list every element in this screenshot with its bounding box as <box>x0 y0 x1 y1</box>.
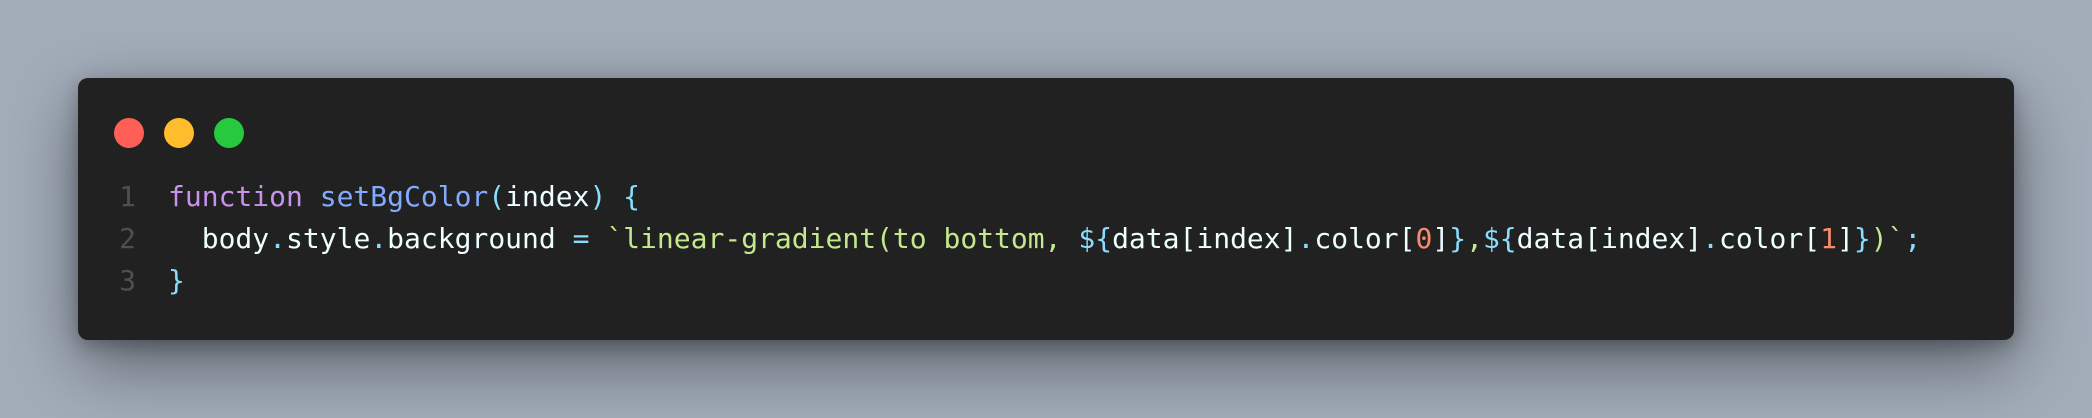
code-token: . <box>1297 222 1315 255</box>
code-token: , <box>1466 222 1483 255</box>
code-token: body <box>168 222 270 255</box>
code-token: ${ <box>1078 222 1113 255</box>
code-token: = <box>572 222 590 255</box>
code-token: ] <box>1432 222 1450 255</box>
code-token: color[ <box>1314 222 1416 255</box>
code-token: background <box>387 222 556 255</box>
code-token: index <box>505 180 590 213</box>
code-token: data[index] <box>1112 222 1298 255</box>
maximize-dot-icon[interactable] <box>214 118 244 148</box>
code-line-text: function setBgColor(index) { <box>168 176 640 218</box>
code-token: setBgColor <box>319 180 489 213</box>
code-token: `linear-gradient(to bottom, <box>606 222 1079 255</box>
code-line: 3} <box>78 260 1921 302</box>
code-line-text: body.style.background = `linear-gradient… <box>168 218 1922 260</box>
window-controls <box>114 118 244 148</box>
close-dot-icon[interactable] <box>114 118 144 148</box>
line-number: 2 <box>119 222 136 255</box>
line-number: 3 <box>119 264 136 297</box>
code-token: 1 <box>1820 222 1837 255</box>
code-token: . <box>1702 222 1719 255</box>
code-token: ( <box>488 180 506 213</box>
code-token: . <box>370 222 388 255</box>
code-line-text: } <box>168 260 185 302</box>
code-token: color[ <box>1718 222 1821 255</box>
code-line: 1 function setBgColor(index) { <box>78 176 1921 218</box>
code-window: 1 function setBgColor(index) {2 body.styl… <box>78 78 2014 340</box>
code-token: } <box>168 264 185 297</box>
code-token: data[index] <box>1516 222 1703 255</box>
code-token: } <box>1853 222 1871 255</box>
line-number: 1 <box>119 180 136 213</box>
code-token: ) <box>589 180 607 213</box>
code-line: 2 body.style.background = `linear-gradie… <box>78 218 1921 260</box>
code-block: 1 function setBgColor(index) {2 body.styl… <box>78 176 1921 302</box>
code-token: ${ <box>1482 222 1517 255</box>
code-token: } <box>1449 222 1467 255</box>
code-token: ; <box>1904 222 1922 255</box>
code-token: )` <box>1870 222 1905 255</box>
code-token: ] <box>1836 222 1854 255</box>
code-token: style <box>286 222 371 255</box>
code-token: . <box>269 222 287 255</box>
code-token: { <box>623 180 641 213</box>
minimize-dot-icon[interactable] <box>164 118 194 148</box>
code-token: function <box>168 180 303 213</box>
code-token: 0 <box>1415 222 1433 255</box>
